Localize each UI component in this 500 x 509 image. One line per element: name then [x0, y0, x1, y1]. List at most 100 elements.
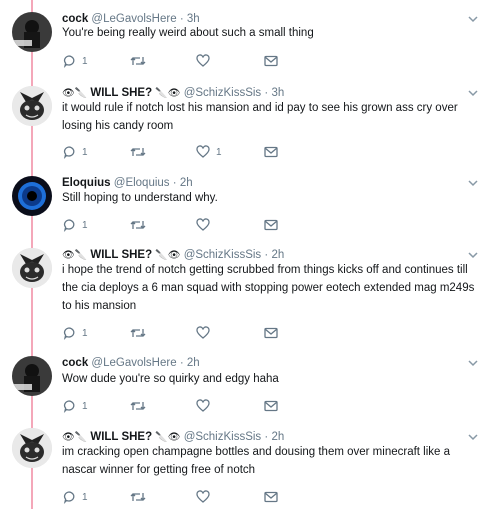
- tweet[interactable]: 👁🔪 WILL SHE? 🔪👁 @SchizKissSis · 3h it wo…: [0, 76, 500, 170]
- reply-icon: [63, 219, 75, 232]
- reply-button[interactable]: 1: [62, 489, 88, 505]
- separator-dot: ·: [264, 87, 269, 99]
- envelope-icon: [264, 327, 278, 339]
- tweet-text: Still hoping to understand why.: [62, 192, 218, 204]
- tweet-actions: 1 1: [62, 144, 362, 160]
- retweet-button[interactable]: [130, 53, 146, 69]
- retweet-icon: [130, 402, 146, 410]
- tweet-actions: 1: [62, 325, 362, 341]
- reply-count: 1: [82, 55, 88, 67]
- reply-button[interactable]: 1: [62, 325, 88, 341]
- envelope-icon: [264, 491, 278, 503]
- retweet-button[interactable]: [130, 398, 146, 414]
- reply-count: 1: [82, 400, 88, 412]
- chevron-down-icon[interactable]: [468, 88, 478, 98]
- retweet-icon: [130, 148, 146, 156]
- tweet[interactable]: cock @LeGavolsHere · 2h Wow dude you're …: [0, 350, 500, 422]
- timestamp[interactable]: 2h: [271, 249, 284, 261]
- chevron-down-icon[interactable]: [468, 178, 478, 188]
- timestamp[interactable]: 2h: [271, 431, 284, 443]
- avatar[interactable]: [12, 428, 52, 468]
- message-button[interactable]: [264, 144, 278, 160]
- reply-button[interactable]: 1: [62, 53, 88, 69]
- reply-button[interactable]: 1: [62, 144, 88, 160]
- avatar[interactable]: [12, 356, 52, 396]
- display-name[interactable]: WILL SHE?: [90, 431, 152, 443]
- tweet[interactable]: Eloquius @Eloquius · 2h Still hoping to …: [0, 170, 500, 240]
- message-button[interactable]: [264, 489, 278, 505]
- retweet-button[interactable]: [130, 144, 146, 160]
- envelope-icon: [264, 146, 278, 158]
- tweet[interactable]: 👁🔪 WILL SHE? 🔪👁 @SchizKissSis · 2h i hop…: [0, 240, 500, 350]
- like-button[interactable]: [196, 53, 210, 69]
- chevron-down-icon[interactable]: [468, 250, 478, 260]
- retweet-button[interactable]: [130, 325, 146, 341]
- envelope-icon: [264, 219, 278, 231]
- timestamp[interactable]: 2h: [180, 177, 193, 189]
- display-name[interactable]: Eloquius: [62, 177, 111, 189]
- reply-count: 1: [82, 491, 88, 503]
- display-name[interactable]: cock: [62, 357, 88, 369]
- retweet-icon: [130, 57, 146, 65]
- avatar[interactable]: [12, 86, 52, 126]
- retweet-icon: [130, 329, 146, 337]
- handle[interactable]: @LeGavolsHere: [91, 357, 176, 369]
- retweet-icon: [130, 221, 146, 229]
- chevron-down-icon[interactable]: [468, 358, 478, 368]
- tweet-actions: 1: [62, 398, 362, 414]
- message-button[interactable]: [264, 217, 278, 233]
- tweet-text: it would rule if notch lost his mansion …: [62, 102, 458, 132]
- retweet-icon: [130, 493, 146, 501]
- reply-count: 1: [82, 327, 88, 339]
- like-button[interactable]: [196, 325, 210, 341]
- tweet[interactable]: cock @LeGavolsHere · 3h You're being rea…: [0, 0, 500, 76]
- reply-button[interactable]: 1: [62, 398, 88, 414]
- tweet-header: Eloquius @Eloquius · 2h: [62, 176, 193, 190]
- reply-count: 1: [82, 219, 88, 231]
- like-button[interactable]: [196, 489, 210, 505]
- envelope-icon: [264, 55, 278, 67]
- handle[interactable]: @SchizKissSis: [184, 431, 262, 443]
- tweet[interactable]: 👁🔪 WILL SHE? 🔪👁 @SchizKissSis · 2h im cr…: [0, 422, 500, 509]
- chevron-down-icon[interactable]: [468, 14, 478, 24]
- avatar[interactable]: [12, 248, 52, 288]
- reply-icon: [63, 327, 75, 340]
- separator-dot: ·: [264, 431, 269, 443]
- tweet-actions: 1: [62, 217, 362, 233]
- chevron-down-icon[interactable]: [468, 432, 478, 442]
- message-button[interactable]: [264, 325, 278, 341]
- like-button[interactable]: [196, 398, 210, 414]
- display-name[interactable]: WILL SHE?: [90, 87, 152, 99]
- reply-icon: [63, 146, 75, 159]
- heart-icon: [196, 490, 210, 503]
- reply-icon: [63, 400, 75, 413]
- retweet-button[interactable]: [130, 489, 146, 505]
- envelope-icon: [264, 400, 278, 412]
- like-button[interactable]: [196, 217, 210, 233]
- heart-icon: [196, 326, 210, 339]
- tweet-actions: 1: [62, 53, 362, 69]
- timestamp[interactable]: 2h: [187, 357, 200, 369]
- avatar[interactable]: [12, 176, 52, 216]
- handle[interactable]: @SchizKissSis: [184, 87, 262, 99]
- handle[interactable]: @SchizKissSis: [184, 249, 262, 261]
- tweet-text: You're being really weird about such a s…: [62, 27, 314, 39]
- tweet-text: Wow dude you're so quirky and edgy haha: [62, 373, 279, 385]
- heart-icon: [196, 54, 210, 67]
- like-button[interactable]: 1: [196, 144, 222, 160]
- display-name[interactable]: WILL SHE?: [90, 249, 152, 261]
- like-count: 1: [216, 146, 222, 158]
- reply-count: 1: [82, 146, 88, 158]
- tweet-actions: 1: [62, 489, 362, 505]
- handle[interactable]: @Eloquius: [114, 177, 170, 189]
- separator-dot: ·: [264, 249, 269, 261]
- timestamp[interactable]: 3h: [271, 87, 284, 99]
- reply-icon: [63, 55, 75, 68]
- separator-dot: ·: [172, 177, 177, 189]
- retweet-button[interactable]: [130, 217, 146, 233]
- message-button[interactable]: [264, 53, 278, 69]
- reply-icon: [63, 491, 75, 504]
- message-button[interactable]: [264, 398, 278, 414]
- reply-button[interactable]: 1: [62, 217, 88, 233]
- avatar[interactable]: [12, 12, 52, 52]
